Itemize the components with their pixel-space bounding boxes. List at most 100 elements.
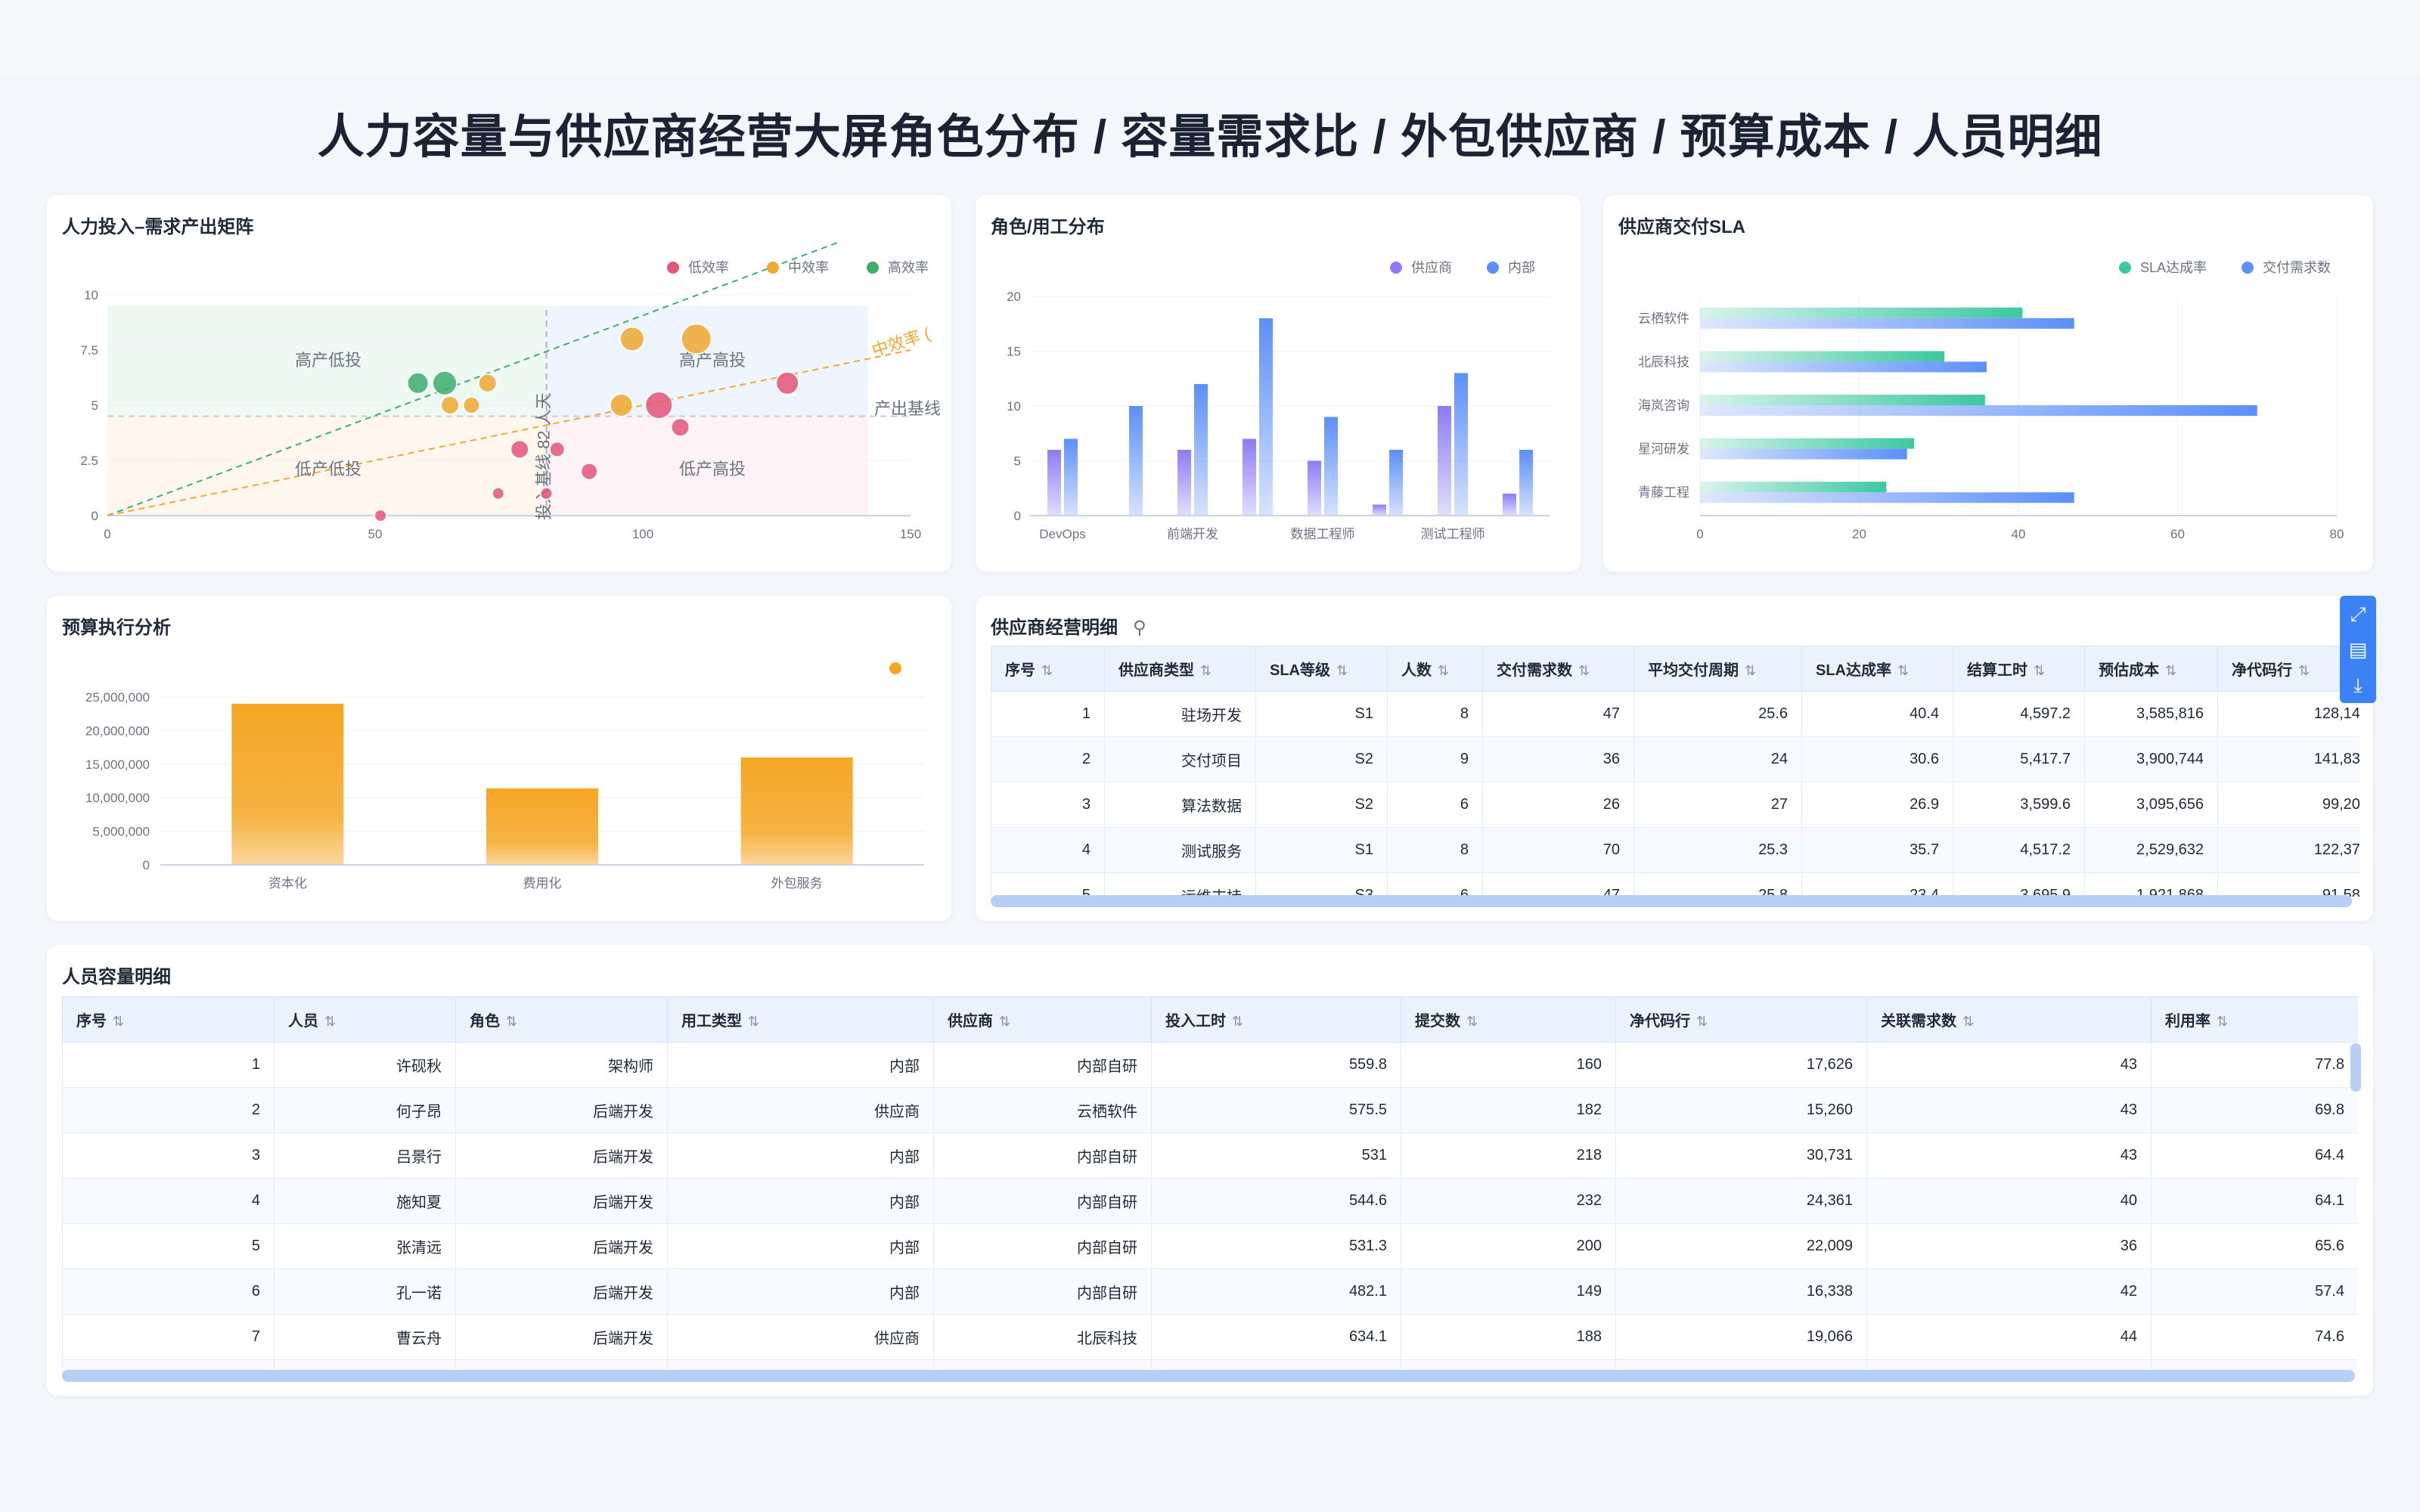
y-tick-label: 星河研发 bbox=[1638, 442, 1689, 457]
table-row[interactable]: 1 许砚秋 架构师 内部 内部自研 559.8 160 17,626 43 77.8 bbox=[62, 1042, 2358, 1088]
expand-icon[interactable]: ⤢ bbox=[2347, 603, 2369, 625]
table-cell: 47 bbox=[1482, 691, 1634, 737]
table-row[interactable]: 3 吕景行 后端开发 内部 内部自研 531 218 30,731 43 64.4 bbox=[62, 1132, 2358, 1179]
sort-icon[interactable]: ⇅ bbox=[324, 1014, 336, 1029]
column-header[interactable]: 角色 ⇅ bbox=[455, 996, 668, 1043]
column-header[interactable]: 用工类型 ⇅ bbox=[667, 996, 934, 1043]
table-cell: 内部自研 bbox=[933, 1269, 1152, 1315]
column-header[interactable]: 结算工时 ⇅ bbox=[1953, 646, 2085, 692]
table-row[interactable]: 4 施知夏 后端开发 内部 内部自研 544.6 232 24,361 40 64.1 bbox=[62, 1178, 2358, 1224]
table-cell: 后端开发 bbox=[455, 1178, 668, 1224]
bar-internal bbox=[1519, 450, 1533, 516]
table-row[interactable]: 7 曹云舟 后端开发 供应商 北辰科技 634.1 188 19,066 44 74.6 bbox=[62, 1314, 2358, 1360]
column-header[interactable]: 利用率 ⇅ bbox=[2151, 996, 2358, 1043]
sort-icon[interactable]: ⇅ bbox=[113, 1014, 124, 1029]
column-header[interactable]: SLA达成率 ⇅ bbox=[1801, 646, 1953, 692]
sort-icon[interactable]: ⇅ bbox=[1200, 663, 1212, 678]
table-cell: 19,066 bbox=[1615, 1314, 1867, 1360]
table-row[interactable]: 6 孔一诺 后端开发 内部 内部自研 482.1 149 16,338 42 57.4 bbox=[62, 1269, 2358, 1315]
column-header[interactable]: 提交数 ⇅ bbox=[1401, 996, 1616, 1043]
bar-vendor bbox=[1438, 406, 1451, 516]
sort-icon[interactable]: ⇅ bbox=[1438, 663, 1449, 678]
table-cell: 22,009 bbox=[1615, 1223, 1867, 1269]
document-icon[interactable]: ▤ bbox=[2347, 638, 2369, 661]
sort-icon[interactable]: ⇅ bbox=[1578, 663, 1590, 678]
sort-icon[interactable]: ⇅ bbox=[748, 1014, 759, 1029]
sort-icon[interactable]: ⇅ bbox=[2298, 663, 2310, 678]
table-cell: 4,597.2 bbox=[1953, 691, 2085, 737]
column-header[interactable]: 序号 ⇅ bbox=[991, 646, 1105, 692]
sort-icon[interactable]: ⇅ bbox=[2034, 663, 2045, 678]
sort-icon[interactable]: ⇅ bbox=[2165, 663, 2176, 678]
sort-icon[interactable]: ⇅ bbox=[1745, 663, 1756, 678]
table-cell: 4 bbox=[62, 1178, 275, 1224]
column-header[interactable]: 人员 ⇅ bbox=[274, 996, 456, 1043]
column-header[interactable]: 关联需求数 ⇅ bbox=[1866, 996, 2152, 1043]
y-tick-label: 10 bbox=[1007, 399, 1021, 414]
table-cell: 69.8 bbox=[2151, 1087, 2358, 1133]
vendor-horizontal-scrollbar[interactable] bbox=[991, 895, 2352, 907]
pin-icon[interactable]: ⚲ bbox=[1133, 617, 1146, 639]
table-row[interactable]: 2 何子昂 后端开发 供应商 云栖软件 575.5 182 15,260 43 69.8 bbox=[62, 1087, 2358, 1133]
bar-sla-rate bbox=[1700, 438, 1915, 449]
legend-label: 高效率 bbox=[888, 260, 929, 275]
y-tick-label: 0 bbox=[92, 509, 98, 523]
table-cell: 4 bbox=[991, 827, 1105, 873]
people-table-scroll[interactable]: 序号 ⇅ 人员 ⇅ 角色 ⇅ 用工类型 ⇅ 供应商 ⇅ 投入工时 ⇅ 提交数 ⇅ 净代码行 ⇅ 关联需求数 ⇅ 利用… bbox=[62, 996, 2358, 1374]
table-cell: 孔一诺 bbox=[274, 1269, 456, 1315]
y-tick-label: 10,000,000 bbox=[85, 791, 150, 805]
column-header-label: 供应商类型 bbox=[1118, 662, 1194, 679]
table-cell: 内部 bbox=[667, 1132, 934, 1179]
table-cell: 188 bbox=[1401, 1314, 1616, 1360]
column-header-label: 利用率 bbox=[2165, 1013, 2211, 1030]
sort-icon[interactable]: ⇅ bbox=[1041, 663, 1053, 678]
table-header-row: 序号 ⇅ 供应商类型 ⇅ SLA等级 ⇅ 人数 ⇅ 交付需求数 ⇅ 平均交付周期 ⇅ SLA达成率 ⇅ 结算… bbox=[991, 646, 2360, 692]
sort-icon[interactable]: ⇅ bbox=[1897, 663, 1909, 678]
x-tick-label: 150 bbox=[900, 527, 921, 541]
sort-icon[interactable]: ⇅ bbox=[2217, 1014, 2228, 1029]
sort-icon[interactable]: ⇅ bbox=[1336, 663, 1348, 678]
quadrant-label: 低产低投 bbox=[295, 460, 361, 479]
column-header-label: 序号 bbox=[76, 1013, 107, 1030]
column-header[interactable]: 人数 ⇅ bbox=[1387, 646, 1483, 692]
column-header[interactable]: 净代码行 ⇅ bbox=[1615, 996, 1867, 1043]
scatter-point bbox=[775, 370, 800, 395]
sort-icon[interactable]: ⇅ bbox=[1466, 1014, 1478, 1029]
scatter-point bbox=[670, 417, 690, 438]
sort-icon[interactable]: ⇅ bbox=[999, 1014, 1010, 1029]
column-header[interactable]: 预估成本 ⇅ bbox=[2084, 646, 2218, 692]
y-tick-label: 5 bbox=[92, 398, 98, 413]
table-cell: 57.4 bbox=[2151, 1269, 2358, 1315]
table-row[interactable]: 2交付项目S29362430.65,417.73,900,744141,835 bbox=[991, 736, 2360, 782]
y-tick-label: 5 bbox=[1014, 454, 1021, 469]
table-row[interactable]: 5 张清远 后端开发 内部 内部自研 531.3 200 22,009 36 65.6 bbox=[62, 1223, 2358, 1269]
download-icon[interactable]: ⤓ bbox=[2347, 674, 2369, 696]
x-tick-label: 0 bbox=[1696, 527, 1703, 541]
table-cell: S2 bbox=[1255, 736, 1388, 782]
column-header[interactable]: 序号 ⇅ bbox=[62, 996, 275, 1043]
people-vertical-scrollbar[interactable] bbox=[2350, 1043, 2361, 1092]
table-cell: 35.7 bbox=[1801, 827, 1953, 873]
vendor-table-scroll[interactable]: 序号 ⇅ 供应商类型 ⇅ SLA等级 ⇅ 人数 ⇅ 交付需求数 ⇅ 平均交付周期 ⇅ SLA达成率 ⇅ 结算… bbox=[991, 646, 2360, 897]
column-header[interactable]: 供应商 ⇅ bbox=[933, 996, 1152, 1043]
column-header-label: 关联需求数 bbox=[1881, 1013, 1956, 1030]
table-row[interactable]: 5运维支持S364725.823.43,695.91,921,86891,585 bbox=[991, 872, 2360, 897]
sort-icon[interactable]: ⇅ bbox=[1232, 1014, 1243, 1029]
sort-icon[interactable]: ⇅ bbox=[506, 1014, 517, 1029]
column-header[interactable]: 投入工时 ⇅ bbox=[1151, 996, 1401, 1043]
column-header[interactable]: SLA等级 ⇅ bbox=[1255, 646, 1388, 692]
people-horizontal-scrollbar[interactable] bbox=[62, 1370, 2355, 1382]
sort-icon[interactable]: ⇅ bbox=[1696, 1014, 1708, 1029]
column-header[interactable]: 供应商类型 ⇅ bbox=[1104, 646, 1256, 692]
table-row[interactable]: 4 测试服务 S1 8 70 25.3 35.7 4,517.2 2,529,632 122,37… bbox=[991, 827, 2360, 873]
column-header[interactable]: 交付需求数 ⇅ bbox=[1482, 646, 1634, 692]
table-row[interactable]: 3算法数据S26262726.93,599.63,095,65699,209 bbox=[991, 782, 2360, 828]
table-cell: 30,731 bbox=[1615, 1132, 1867, 1179]
column-header-label: 投入工时 bbox=[1165, 1013, 1226, 1030]
table-cell: 后端开发 bbox=[455, 1132, 668, 1179]
sort-icon[interactable]: ⇅ bbox=[1962, 1014, 1974, 1029]
column-header[interactable]: 平均交付周期 ⇅ bbox=[1634, 646, 1802, 692]
column-header[interactable]: 净代码行 ⇅ bbox=[2217, 646, 2360, 692]
table-cell: 后端开发 bbox=[455, 1223, 668, 1269]
table-row[interactable]: 1 驻场开发 S1 8 47 25.6 40.4 4,597.2 3,585,816 128,14… bbox=[991, 691, 2360, 737]
